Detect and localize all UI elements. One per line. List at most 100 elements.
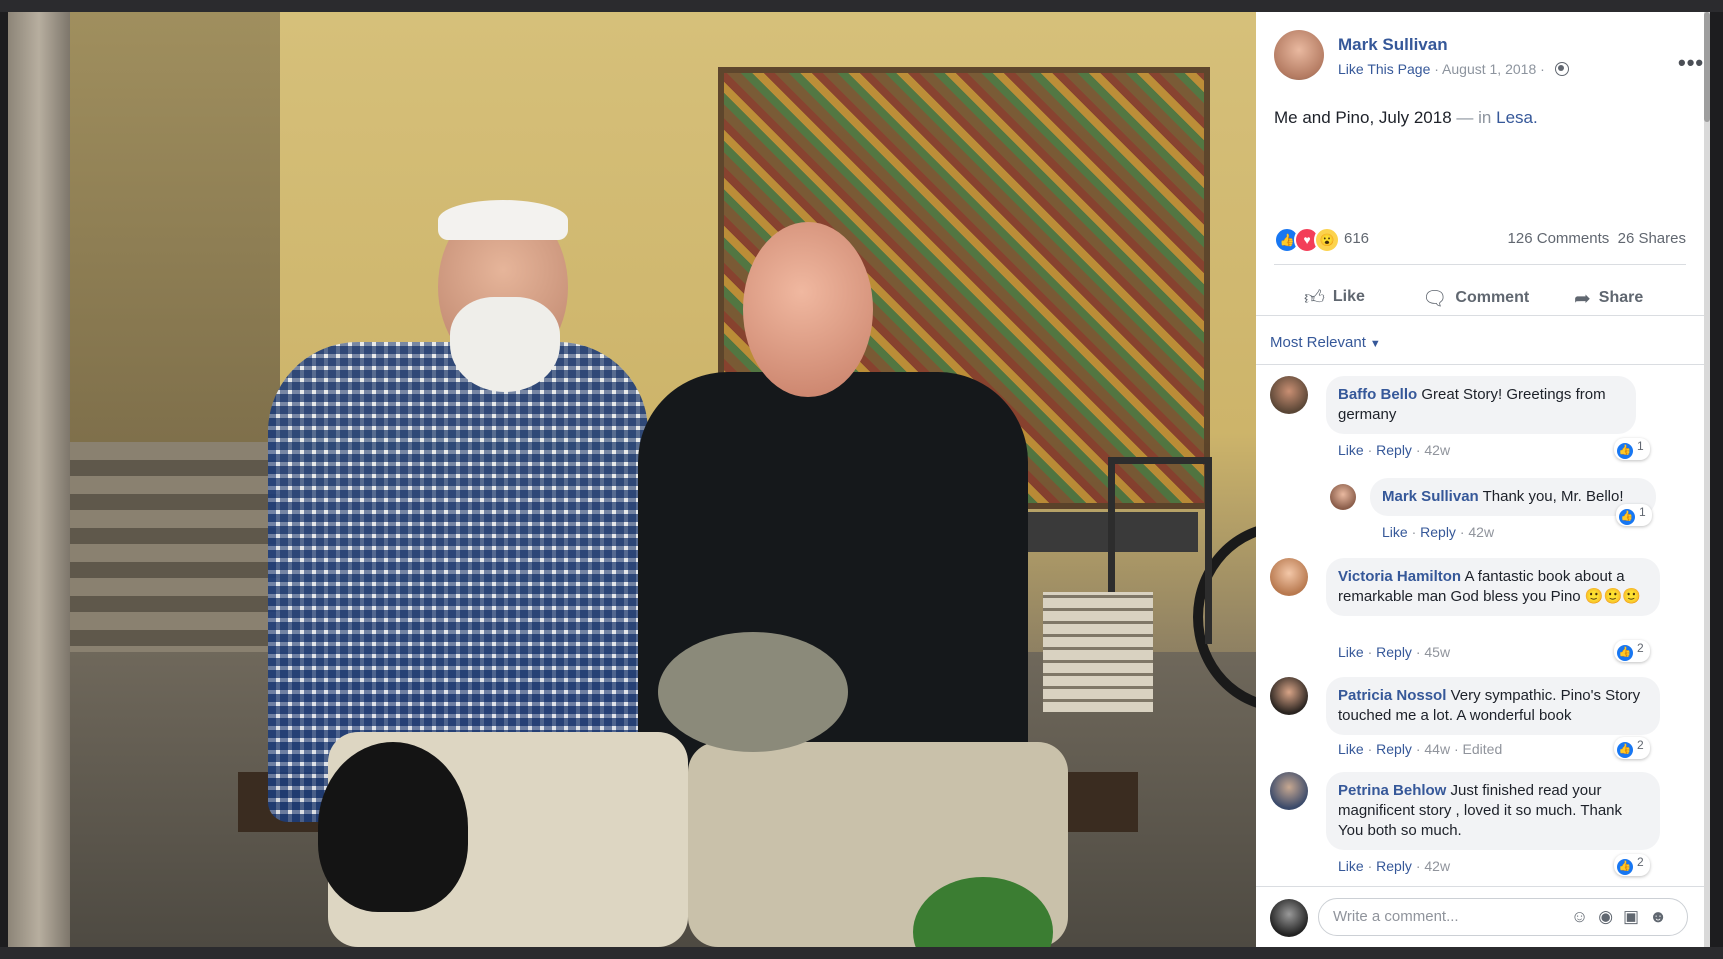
photo-stairs <box>70 442 280 682</box>
comment-time[interactable]: 42w <box>1424 442 1450 458</box>
globe-icon <box>1554 62 1569 76</box>
commenter-avatar[interactable] <box>1330 484 1356 510</box>
meta-separator-2: · <box>1540 61 1545 77</box>
like-button-label: Like <box>1332 288 1365 305</box>
photo-man-right-head <box>743 222 873 397</box>
comment-reply-link[interactable]: Reply <box>1376 644 1412 660</box>
comment-reaction-count: 1 <box>1639 505 1646 519</box>
share-button[interactable]: ➦ Share <box>1574 286 1643 311</box>
comments-count[interactable]: 126 Comments <box>1508 230 1610 247</box>
comment-time[interactable]: 45w <box>1424 644 1450 660</box>
emoji-icon[interactable]: ☺ <box>1571 907 1598 926</box>
comment-reply-link[interactable]: Reply <box>1420 524 1456 540</box>
comment-actions: Like · Reply · 42w <box>1382 524 1495 540</box>
comment-actions: Like · Reply · 42w <box>1338 442 1451 458</box>
comment-time[interactable]: 42w <box>1468 524 1494 540</box>
divider-3 <box>1256 364 1704 365</box>
comment-bubble: Mark Sullivan Thank you, Mr. Bello! <box>1370 478 1656 516</box>
comment-like-link[interactable]: Like <box>1338 858 1364 874</box>
photo-pillar <box>8 12 70 947</box>
commenter-avatar[interactable] <box>1270 376 1308 414</box>
comment-button[interactable]: 🗨︎ Comment <box>1422 286 1529 311</box>
comment-bubble: Baffo Bello Great Story! Greetings from … <box>1326 376 1636 434</box>
comment-input[interactable]: Write a comment... ☺◉▣☻ <box>1318 898 1688 936</box>
like-icon: 👍︎ <box>1304 287 1325 309</box>
photo-towel <box>1043 592 1153 712</box>
sort-label: Most Relevant <box>1270 334 1366 351</box>
caption-place-link[interactable]: Lesa. <box>1496 108 1538 127</box>
comment-time[interactable]: 42w <box>1424 858 1450 874</box>
commenter-avatar[interactable] <box>1270 558 1308 596</box>
comment-like-link[interactable]: Like <box>1382 524 1408 540</box>
comment-actions: Like · Reply · 44w · Edited <box>1338 741 1503 757</box>
comment-bubble: Petrina Behlow Just finished read your m… <box>1326 772 1660 850</box>
panel-scrollbar[interactable] <box>1704 12 1710 947</box>
caption-in: — in <box>1456 108 1492 127</box>
comment-reactions[interactable]: 👍 2 <box>1614 640 1650 662</box>
post-date[interactable]: August 1, 2018 <box>1442 61 1536 77</box>
comment-edited-label[interactable]: Edited <box>1463 741 1503 757</box>
comment-reactions[interactable]: 👍 2 <box>1614 737 1650 759</box>
comment-reply-link[interactable]: Reply <box>1376 741 1412 757</box>
more-options-icon[interactable]: ••• <box>1678 50 1704 76</box>
engagement-counts: 126 Comments 26 Shares <box>1508 230 1686 247</box>
comment-time[interactable]: 44w <box>1424 741 1450 757</box>
commenter-avatar[interactable] <box>1270 772 1308 810</box>
like-reaction-icon: 👍 <box>1617 859 1633 875</box>
commenter-name[interactable]: Petrina Behlow <box>1338 782 1446 799</box>
comment-bubble: Patricia Nossol Very sympathic. Pino's S… <box>1326 677 1660 735</box>
photo-grey-cap <box>658 632 848 752</box>
like-reaction-icon: 👍 <box>1619 509 1635 525</box>
commenter-name[interactable]: Patricia Nossol <box>1338 687 1446 704</box>
meta-separator: · <box>1434 61 1439 77</box>
sticker-icon[interactable]: ☻ <box>1649 907 1677 926</box>
post-side-panel: Mark Sullivan Like This Page · August 1,… <box>1256 12 1704 947</box>
bottom-strip <box>0 947 1723 959</box>
comment-reactions[interactable]: 👍 2 <box>1614 854 1650 876</box>
commenter-name[interactable]: Mark Sullivan <box>1382 488 1479 505</box>
post-actions: 👍︎ Like 🗨︎ Comment ➦ Share <box>1274 278 1686 318</box>
reaction-count[interactable]: 616 <box>1344 230 1369 247</box>
comment-reply-link[interactable]: Reply <box>1376 442 1412 458</box>
photo-man-left-beard <box>450 297 560 392</box>
comment-reply-link[interactable]: Reply <box>1376 858 1412 874</box>
photo-man-left-hair <box>438 200 568 240</box>
comment-reaction-count: 1 <box>1637 439 1644 453</box>
comment-actions: Like · Reply · 45w <box>1338 644 1451 660</box>
like-reaction-icon: 👍 <box>1617 645 1633 661</box>
comment-like-link[interactable]: Like <box>1338 644 1364 660</box>
commenter-name[interactable]: Baffo Bello <box>1338 386 1417 403</box>
post-header: Mark Sullivan Like This Page · August 1,… <box>1274 30 1703 90</box>
comment-like-link[interactable]: Like <box>1338 741 1364 757</box>
comment-reactions[interactable]: 👍 1 <box>1614 438 1650 460</box>
comment-text: Thank you, Mr. Bello! <box>1482 488 1624 505</box>
author-avatar[interactable] <box>1274 30 1324 80</box>
commenter-avatar[interactable] <box>1270 677 1308 715</box>
top-strip <box>0 0 1723 12</box>
share-icon: ➦ <box>1574 288 1591 310</box>
divider-2 <box>1256 315 1704 316</box>
divider <box>1274 264 1686 265</box>
commenter-name[interactable]: Victoria Hamilton <box>1338 568 1461 585</box>
comment-sort-dropdown[interactable]: Most Relevant ▼ <box>1270 334 1381 351</box>
comment-icon: 🗨︎ <box>1422 288 1448 310</box>
comment-like-link[interactable]: Like <box>1338 442 1364 458</box>
shares-count[interactable]: 26 Shares <box>1618 230 1686 247</box>
comment-reactions[interactable]: 👍 1 <box>1616 504 1652 526</box>
like-button[interactable]: 👍︎ Like <box>1304 286 1365 310</box>
current-user-avatar[interactable] <box>1270 899 1308 937</box>
post-photo[interactable] <box>8 12 1256 947</box>
author-name[interactable]: Mark Sullivan <box>1338 35 1448 55</box>
gif-icon[interactable]: ▣ <box>1623 907 1649 926</box>
panel-scrollbar-thumb[interactable] <box>1704 12 1710 122</box>
wow-reaction-icon: 😮 <box>1314 227 1340 253</box>
like-page-link[interactable]: Like This Page <box>1338 61 1430 77</box>
like-reaction-icon: 👍 <box>1617 443 1633 459</box>
like-reaction-icon: 👍 <box>1617 742 1633 758</box>
post-caption: Me and Pino, July 2018 — in Lesa. <box>1274 108 1538 128</box>
comment-reaction-count: 2 <box>1637 738 1644 752</box>
post-meta: Like This Page · August 1, 2018 · <box>1338 61 1569 77</box>
share-button-label: Share <box>1598 289 1644 306</box>
camera-icon[interactable]: ◉ <box>1598 907 1623 926</box>
comment-bubble: Victoria Hamilton A fantastic book about… <box>1326 558 1660 616</box>
